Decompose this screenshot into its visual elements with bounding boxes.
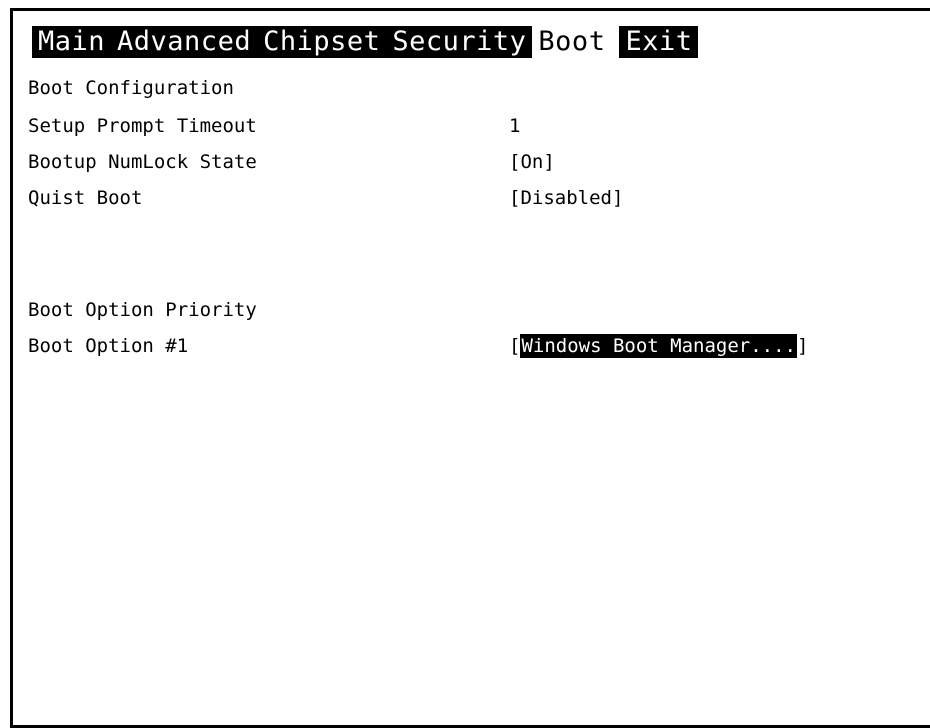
quiet-boot-label[interactable]: Quist Boot (28, 186, 142, 210)
numlock-state-value[interactable]: [On] (509, 150, 555, 174)
tab-advanced[interactable]: Advanced (111, 26, 258, 58)
numlock-state-label[interactable]: Bootup NumLock State (28, 150, 257, 174)
tab-chipset[interactable]: Chipset (257, 26, 387, 58)
boot-option-1-value[interactable]: [Windows Boot Manager....] (509, 334, 808, 358)
boot-option-1-label[interactable]: Boot Option #1 (28, 334, 188, 358)
boot-option-1-selected[interactable]: Windows Boot Manager.... (520, 334, 797, 358)
boot-configuration-heading: Boot Configuration (28, 77, 234, 99)
tab-exit[interactable]: Exit (619, 26, 699, 58)
tab-security[interactable]: Security (386, 26, 533, 58)
boot-option-priority-heading: Boot Option Priority (28, 299, 257, 321)
setup-prompt-timeout-label[interactable]: Setup Prompt Timeout (28, 114, 257, 138)
quiet-boot-value[interactable]: [Disabled] (509, 186, 623, 210)
tab-main[interactable]: Main (32, 26, 112, 58)
menu-bar: Main Advanced Chipset Security Boot Exit (32, 26, 699, 58)
bracket-open: [ (509, 335, 521, 357)
tab-boot[interactable]: Boot (532, 26, 612, 58)
bracket-close: ] (797, 335, 809, 357)
setup-prompt-timeout-value[interactable]: 1 (509, 114, 520, 138)
